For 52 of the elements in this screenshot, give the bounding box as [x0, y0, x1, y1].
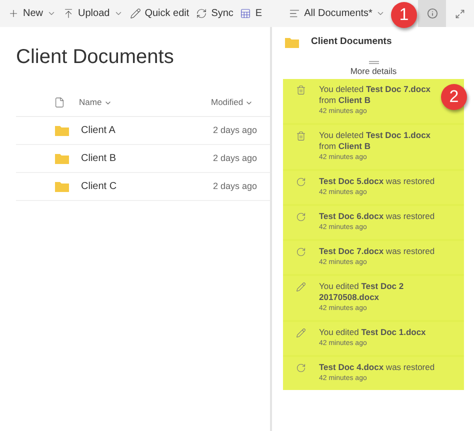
- upload-icon: [63, 8, 74, 19]
- modified-date: 2 days ago: [213, 180, 258, 193]
- activity-text: Test Doc 6.docx was restored: [319, 211, 436, 222]
- restore-icon: [296, 247, 306, 257]
- toolbar-button[interactable]: New: [8, 6, 56, 21]
- toolbar-button[interactable]: Quick edit: [130, 6, 190, 21]
- view-icon: [289, 8, 300, 19]
- plus-icon: [8, 8, 19, 19]
- activity-text: Test Doc 4.docx was restored: [319, 362, 436, 373]
- folder-icon: [55, 181, 69, 192]
- modified-date: 2 days ago: [213, 124, 258, 137]
- folder-icon: [55, 153, 69, 164]
- activity-text: You deleted Test Doc 1.docx from Client B: [319, 130, 432, 152]
- more-details-link[interactable]: More details: [283, 65, 464, 77]
- activity-text: Test Doc 5.docx was restored: [319, 176, 436, 187]
- folder-row[interactable]: Client A 2 days ago: [16, 117, 270, 145]
- activity-text: You edited Test Doc 2 20170508.docx: [319, 281, 405, 303]
- toolbar-button[interactable]: E: [240, 6, 262, 21]
- sync-icon: [196, 8, 208, 19]
- toolbar-button[interactable]: Sync: [196, 6, 234, 21]
- pencil-icon: [296, 328, 306, 338]
- pane-title: Client Documents: [311, 34, 392, 49]
- folder-row[interactable]: Client C 2 days ago: [16, 173, 270, 201]
- toolbar-button[interactable]: Upload: [63, 6, 123, 21]
- activity-text: You edited Test Doc 1.docx: [319, 327, 427, 338]
- folder-icon: [55, 125, 69, 136]
- restore-icon: [296, 363, 306, 373]
- drag-handle[interactable]: [368, 61, 378, 64]
- page-title: Client Documents: [16, 45, 175, 70]
- folder-icon: [285, 36, 299, 48]
- trash-icon: [296, 131, 306, 141]
- activity-text: You deleted Test Doc 7.docx from Client B: [319, 84, 432, 106]
- spreadsheet-icon: [240, 8, 252, 19]
- column-header[interactable]: Name: [79, 96, 211, 109]
- folder-row[interactable]: Client B 2 days ago: [16, 145, 270, 173]
- column-header[interactable]: Modified: [211, 96, 254, 109]
- view-selector[interactable]: All Documents*: [289, 6, 386, 21]
- pencil-icon: [296, 282, 306, 292]
- restore-icon: [296, 212, 306, 222]
- info-icon: [426, 8, 438, 19]
- file-type-icon: [54, 97, 65, 108]
- folder-name: Client C: [81, 180, 118, 194]
- trash-icon: [296, 85, 306, 95]
- caret-icon: [376, 9, 386, 18]
- info-button[interactable]: [418, 0, 446, 27]
- restore-icon: [296, 177, 306, 187]
- pencil-icon: [130, 8, 141, 19]
- expand-icon: [455, 8, 465, 18]
- folder-name: Client A: [81, 124, 116, 138]
- activity-text: Test Doc 7.docx was restored: [319, 246, 436, 257]
- folder-name: Client B: [81, 152, 118, 166]
- modified-date: 2 days ago: [213, 152, 258, 165]
